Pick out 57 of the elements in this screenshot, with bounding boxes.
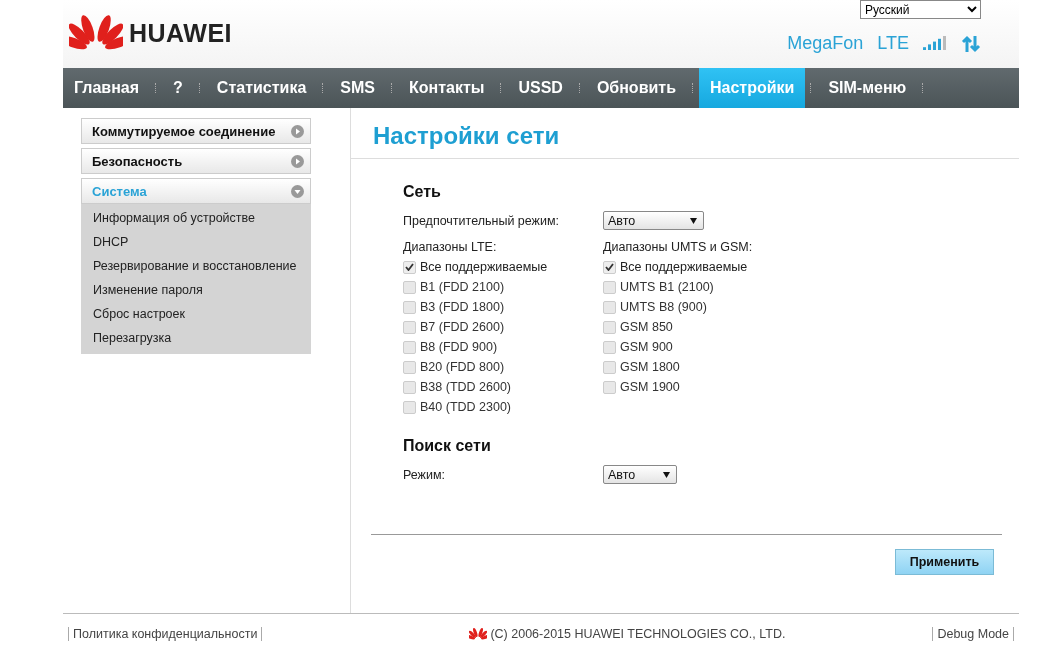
band-checkbox[interactable]: B3 (FDD 1800) [403, 297, 603, 317]
band-checkbox[interactable]: B38 (TDD 2600) [403, 377, 603, 397]
sidebar-item[interactable]: Изменение пароля [81, 278, 311, 302]
band-checkbox[interactable]: B1 (FDD 2100) [403, 277, 603, 297]
sidebar-item[interactable]: Перезагрузка [81, 326, 311, 350]
apply-button[interactable]: Применить [895, 549, 994, 575]
sidebar-item[interactable]: Сброс настроек [81, 302, 311, 326]
operator-name: MegaFon [787, 33, 864, 54]
nav-tab[interactable]: Обновить [585, 68, 687, 108]
band-checkbox[interactable]: UMTS B1 (2100) [603, 277, 803, 297]
band-checkbox[interactable]: Все поддерживаемые [603, 257, 803, 277]
section-heading: Поиск сети [403, 437, 492, 455]
checkmark-icon [605, 263, 614, 271]
sidebar-section[interactable]: Безопасность [81, 148, 311, 174]
search-mode-select[interactable]: Авто [603, 465, 677, 484]
sidebar-item[interactable]: Резервирование и восстановление [81, 254, 311, 278]
dropdown-arrow-icon [690, 217, 697, 224]
mode-select[interactable]: Авто [603, 211, 704, 230]
copyright-text: (C) 2006-2015 HUAWEI TECHNOLOGIES CO., LTD. [490, 627, 786, 641]
language-select[interactable]: Русский [860, 0, 981, 19]
band-checkbox[interactable]: GSM 1800 [603, 357, 803, 377]
collapse-icon [291, 184, 304, 198]
section-heading: Сеть [403, 183, 442, 201]
sidebar-section[interactable]: Коммутируемое соединение [81, 118, 311, 144]
band-checkbox[interactable]: B7 (FDD 2600) [403, 317, 603, 337]
debug-mode-link[interactable]: Debug Mode [932, 627, 1014, 641]
network-type: LTE [877, 33, 909, 54]
nav-tab[interactable]: SMS [329, 68, 386, 108]
dropdown-arrow-icon [663, 471, 670, 478]
band-checkbox[interactable]: GSM 1900 [603, 377, 803, 397]
nav-tab[interactable]: Главная [63, 68, 151, 108]
band-checkbox[interactable]: B40 (TDD 2300) [403, 397, 603, 417]
nav-tab[interactable]: Статистика [205, 68, 318, 108]
sidebar-item[interactable]: DHCP [81, 230, 311, 254]
brand-name: HUAWEI [129, 19, 232, 49]
signal-icon [923, 35, 947, 52]
band-checkbox[interactable]: GSM 900 [603, 337, 803, 357]
band-checkbox[interactable]: B20 (FDD 800) [403, 357, 603, 377]
nav-tab[interactable]: SIM-меню [817, 68, 918, 108]
page-title: Настройки сети [373, 122, 561, 150]
column-label: Диапазоны LTE: [403, 240, 498, 254]
nav-tab[interactable]: ? [162, 68, 194, 108]
sidebar-item[interactable]: Информация об устройстве [81, 206, 311, 230]
checkmark-icon [405, 263, 414, 271]
expand-icon [291, 124, 304, 138]
up-down-arrows-icon [961, 34, 981, 53]
band-checkbox[interactable]: Все поддерживаемые [403, 257, 603, 277]
privacy-link[interactable]: Политика конфиденциальности [68, 627, 263, 641]
field-label: Предпочтительный режим: [403, 213, 561, 228]
band-checkbox[interactable]: B8 (FDD 900) [403, 337, 603, 357]
nav-tab[interactable]: USSD [507, 68, 574, 108]
expand-icon [291, 154, 304, 168]
band-checkbox[interactable]: UMTS B8 (900) [603, 297, 803, 317]
band-checkbox[interactable]: GSM 850 [603, 317, 803, 337]
column-label: Диапазоны UMTS и GSM: [603, 240, 754, 254]
field-label: Режим: [403, 467, 446, 482]
nav-tab[interactable]: Контакты [397, 68, 496, 108]
